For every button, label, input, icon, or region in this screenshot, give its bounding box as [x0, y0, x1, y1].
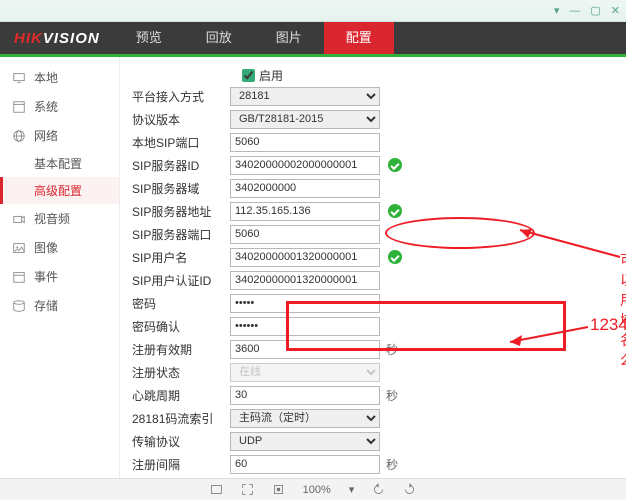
sb-fit-icon[interactable] [272, 483, 285, 496]
form-input-6[interactable] [230, 225, 380, 244]
form-label: 心跳周期 [120, 387, 230, 404]
tab-1[interactable]: 回放 [184, 22, 254, 54]
main-area: 本地系统网络基本配置高级配置视音频图像事件存储 启用 平台接入方式28181协议… [0, 57, 626, 478]
form-row-7: SIP用户名 [120, 246, 626, 268]
sidebar-sub-0[interactable]: 基本配置 [0, 150, 119, 177]
form-row-16: 注册间隔 秒 [120, 453, 626, 475]
app-header: HIKVISION 预览回放图片配置 [0, 22, 626, 54]
tab-0[interactable]: 预览 [114, 22, 184, 54]
form-input-17[interactable] [230, 478, 380, 479]
form-row-12: 注册状态在线 [120, 361, 626, 383]
window-titlebar: ▾ — ▢ ✕ [0, 0, 626, 22]
sidebar-item-monitor[interactable]: 本地 [0, 63, 119, 92]
sidebar-item-camera[interactable]: 视音频 [0, 204, 119, 233]
form-row-14: 28181码流索引主码流（定时） [120, 407, 626, 429]
form-input-13[interactable] [230, 386, 380, 405]
form-input-1[interactable]: GB/T28181-2015 [230, 110, 380, 129]
form-row-6: SIP服务器端口 [120, 223, 626, 245]
form-input-14[interactable]: 主码流（定时） [230, 409, 380, 428]
form-row-10: 密码确认 [120, 315, 626, 337]
form-label: 协议版本 [120, 111, 230, 128]
titlebar-menu-icon[interactable]: ▾ [554, 4, 560, 17]
sidebar-item-calendar[interactable]: 事件 [0, 262, 119, 291]
unit-label: 秒 [386, 341, 398, 358]
form-label: SIP用户认证ID [120, 272, 230, 289]
status-bar: 100% ▾ [0, 478, 626, 500]
form-label: SIP服务器地址 [120, 203, 230, 220]
form-label: 密码确认 [120, 318, 230, 335]
check-ok-icon [388, 158, 402, 172]
form-label: 传输协议 [120, 433, 230, 450]
form-input-7[interactable] [230, 248, 380, 267]
form-input-4[interactable] [230, 179, 380, 198]
check-ok-icon [388, 250, 402, 264]
form-label: 注册间隔 [120, 456, 230, 473]
form-label: 本地SIP端口 [120, 134, 230, 151]
annotation-text-domain: 可以用域名么? [620, 250, 626, 370]
form-row-8: SIP用户认证ID [120, 269, 626, 291]
form-input-0[interactable]: 28181 [230, 87, 380, 106]
form-input-8[interactable] [230, 271, 380, 290]
sidebar-item-window[interactable]: 系统 [0, 92, 119, 121]
form-row-2: 本地SIP端口 [120, 131, 626, 153]
tab-2[interactable]: 图片 [254, 22, 324, 54]
enable-row: 启用 [120, 65, 626, 85]
form-input-16[interactable] [230, 455, 380, 474]
enable-label: 启用 [259, 67, 283, 84]
enable-checkbox[interactable] [242, 69, 255, 82]
main-tabs: 预览回放图片配置 [114, 22, 394, 54]
form-row-3: SIP服务器ID [120, 154, 626, 176]
form-row-9: 密码 [120, 292, 626, 314]
form-row-15: 传输协议UDP [120, 430, 626, 452]
titlebar-close-icon[interactable]: ✕ [611, 4, 620, 17]
sidebar-item-globe[interactable]: 网络 [0, 121, 119, 150]
form-label: 注册状态 [120, 364, 230, 381]
form-row-11: 注册有效期 秒 [120, 338, 626, 360]
form-row-5: SIP服务器地址 [120, 200, 626, 222]
sb-rotate-right-icon[interactable] [403, 483, 416, 496]
tab-3[interactable]: 配置 [324, 22, 394, 54]
unit-label: 秒 [386, 387, 398, 404]
form-input-3[interactable] [230, 156, 380, 175]
sidebar-item-image[interactable]: 图像 [0, 233, 119, 262]
form-label: 28181码流索引 [120, 410, 230, 427]
sidebar-item-storage[interactable]: 存储 [0, 291, 119, 320]
sb-screenshot-icon[interactable] [210, 483, 223, 496]
sidebar: 本地系统网络基本配置高级配置视音频图像事件存储 [0, 57, 120, 478]
content-pane: 启用 平台接入方式28181协议版本GB/T28181-2015本地SIP端口S… [120, 57, 626, 478]
annotation-text-password: 12345678 [590, 315, 626, 335]
form-row-13: 心跳周期 秒 [120, 384, 626, 406]
titlebar-max-icon[interactable]: ▢ [590, 4, 600, 17]
sb-zoom-label: 100% [303, 484, 331, 496]
form-row-4: SIP服务器域 [120, 177, 626, 199]
form-input-11[interactable] [230, 340, 380, 359]
sb-rotate-left-icon[interactable] [372, 483, 385, 496]
check-ok-icon [388, 204, 402, 218]
form-row-1: 协议版本GB/T28181-2015 [120, 108, 626, 130]
sb-zoom-dropdown-icon[interactable]: ▾ [349, 483, 355, 496]
form-input-9[interactable] [230, 294, 380, 313]
form-input-2[interactable] [230, 133, 380, 152]
form-label: SIP服务器ID [120, 157, 230, 174]
form-label: 密码 [120, 295, 230, 312]
titlebar-min-icon[interactable]: — [569, 5, 580, 17]
form-label: SIP用户名 [120, 249, 230, 266]
form-label: 注册有效期 [120, 341, 230, 358]
form-label: SIP服务器端口 [120, 226, 230, 243]
form-row-17: 最大心跳超时次数 [120, 476, 626, 478]
form-label: 平台接入方式 [120, 88, 230, 105]
form-input-5[interactable] [230, 202, 380, 221]
sidebar-sub-1[interactable]: 高级配置 [0, 177, 119, 204]
sb-fullscreen-icon[interactable] [241, 483, 254, 496]
form-row-0: 平台接入方式28181 [120, 85, 626, 107]
form-input-15[interactable]: UDP [230, 432, 380, 451]
brand-logo: HIKVISION [0, 30, 114, 47]
unit-label: 秒 [386, 456, 398, 473]
form-label: SIP服务器域 [120, 180, 230, 197]
form-input-12: 在线 [230, 363, 380, 382]
form-input-10[interactable] [230, 317, 380, 336]
